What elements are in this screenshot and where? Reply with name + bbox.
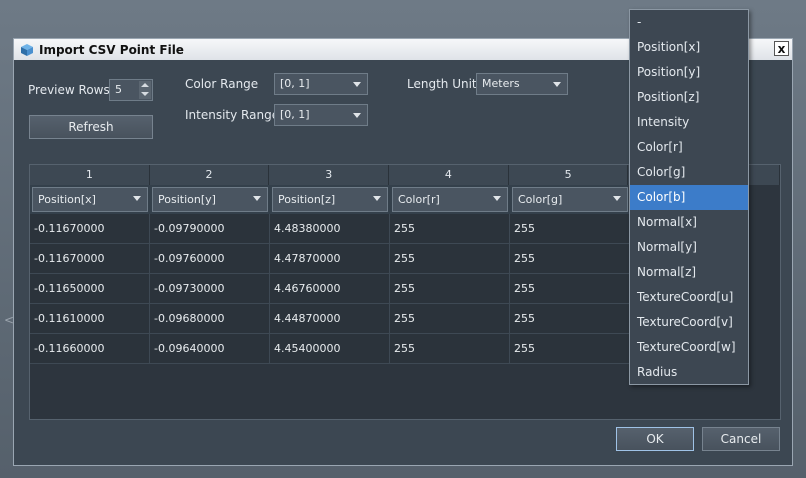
table-cell: 255 — [510, 274, 630, 303]
mapping-cell: Position[x] — [30, 185, 150, 214]
column-number-blank — [748, 165, 780, 185]
spin-up-icon[interactable] — [141, 83, 149, 87]
table-cell: -0.09760000 — [150, 244, 270, 273]
menu-item[interactable]: Position[x] — [630, 35, 748, 60]
chevron-down-icon — [613, 196, 621, 201]
table-cell: 255 — [510, 244, 630, 273]
chevron-down-icon — [253, 196, 261, 201]
table-cell: -0.09680000 — [150, 304, 270, 333]
menu-item[interactable]: Normal[y] — [630, 235, 748, 260]
cube-icon — [21, 43, 33, 56]
table-cell: -0.09730000 — [150, 274, 270, 303]
menu-item[interactable]: TextureCoord[u] — [630, 285, 748, 310]
menu-item[interactable]: Color[r] — [630, 135, 748, 160]
menu-item[interactable]: TextureCoord[w] — [630, 335, 748, 360]
length-unit-dropdown[interactable]: Meters — [476, 73, 568, 95]
column-number: 5 — [508, 165, 629, 185]
close-button[interactable]: x — [774, 41, 789, 56]
chevron-down-icon — [353, 113, 361, 118]
table-row: -0.11610000 -0.09680000 4.44870000 255 2… — [30, 304, 630, 334]
mapping-cell: Color[r] — [390, 185, 510, 214]
menu-item-selected[interactable]: Color[b] — [630, 185, 748, 210]
column-mapping-menu: - Position[x] Position[y] Position[z] In… — [629, 9, 749, 385]
table-row: -0.11670000 -0.09760000 4.47870000 255 2… — [30, 244, 630, 274]
table-body: -0.11670000 -0.09790000 4.48380000 255 2… — [30, 214, 630, 364]
table-cell: 255 — [510, 334, 630, 363]
ok-button[interactable]: OK — [616, 427, 694, 451]
table-cell: -0.11670000 — [30, 214, 150, 243]
mapping-cell: Position[z] — [270, 185, 390, 214]
mapping-value: Position[x] — [38, 193, 96, 206]
mapping-cell: Position[y] — [150, 185, 270, 214]
column-number: 3 — [269, 165, 390, 185]
length-unit-value: Meters — [482, 77, 520, 90]
menu-item[interactable]: Radius — [630, 360, 748, 385]
chevron-down-icon — [353, 82, 361, 87]
intensity-range-dropdown[interactable]: [0, 1] — [274, 104, 368, 126]
chevron-down-icon — [553, 82, 561, 87]
menu-item[interactable]: Intensity — [630, 110, 748, 135]
column-mapping-dropdown[interactable]: Position[y] — [152, 187, 268, 212]
table-row: -0.11660000 -0.09640000 4.45400000 255 2… — [30, 334, 630, 364]
table-cell: 4.44870000 — [270, 304, 390, 333]
chevron-down-icon — [493, 196, 501, 201]
spinner-buttons — [139, 81, 151, 99]
table-cell: 255 — [390, 244, 510, 273]
preview-rows-label: Preview Rows — [28, 83, 110, 97]
preview-rows-spinner[interactable]: 5 — [109, 79, 153, 101]
table-cell: 255 — [510, 214, 630, 243]
table-cell: -0.11610000 — [30, 304, 150, 333]
table-cell: 255 — [390, 274, 510, 303]
table-cell: 4.48380000 — [270, 214, 390, 243]
chevron-down-icon — [373, 196, 381, 201]
column-mapping-dropdown[interactable]: Position[z] — [272, 187, 388, 212]
chevron-down-icon — [133, 196, 141, 201]
intensity-range-label: Intensity Range — [185, 108, 280, 122]
menu-item[interactable]: Position[z] — [630, 85, 748, 110]
color-range-dropdown[interactable]: [0, 1] — [274, 73, 368, 95]
column-mapping-row: Position[x] Position[y] Position[z] Colo… — [30, 185, 630, 214]
table-cell: 255 — [390, 214, 510, 243]
table-row: -0.11670000 -0.09790000 4.48380000 255 2… — [30, 214, 630, 244]
refresh-button[interactable]: Refresh — [29, 115, 153, 139]
table-cell: -0.11650000 — [30, 274, 150, 303]
dialog-title: Import CSV Point File — [39, 42, 184, 57]
table-cell: 255 — [510, 304, 630, 333]
table-cell: -0.09640000 — [150, 334, 270, 363]
column-mapping-dropdown[interactable]: Position[x] — [32, 187, 148, 212]
mapping-value: Color[r] — [398, 193, 440, 206]
table-cell: 4.47870000 — [270, 244, 390, 273]
menu-item[interactable]: Normal[x] — [630, 210, 748, 235]
table-cell: 4.45400000 — [270, 334, 390, 363]
column-number: 2 — [149, 165, 270, 185]
mapping-value: Position[y] — [158, 193, 216, 206]
menu-item[interactable]: - — [630, 10, 748, 35]
intensity-range-value: [0, 1] — [280, 108, 310, 121]
mapping-value: Position[z] — [278, 193, 336, 206]
table-cell: -0.09790000 — [150, 214, 270, 243]
spin-down-icon[interactable] — [141, 92, 149, 96]
table-cell: 255 — [390, 334, 510, 363]
menu-item[interactable]: Normal[z] — [630, 260, 748, 285]
table-cell: -0.11660000 — [30, 334, 150, 363]
table-row: -0.11650000 -0.09730000 4.46760000 255 2… — [30, 274, 630, 304]
column-number: 4 — [389, 165, 509, 185]
column-mapping-dropdown[interactable]: Color[r] — [392, 187, 508, 212]
color-range-label: Color Range — [185, 77, 259, 91]
color-range-value: [0, 1] — [280, 77, 310, 90]
length-unit-label: Length Unit — [407, 77, 477, 91]
table-cell: 4.46760000 — [270, 274, 390, 303]
cancel-button[interactable]: Cancel — [702, 427, 780, 451]
mapping-value: Color[g] — [518, 193, 563, 206]
menu-item[interactable]: TextureCoord[v] — [630, 310, 748, 335]
menu-item[interactable]: Color[g] — [630, 160, 748, 185]
preview-rows-value: 5 — [115, 83, 122, 96]
table-cell: 255 — [390, 304, 510, 333]
table-cell: -0.11670000 — [30, 244, 150, 273]
menu-item[interactable]: Position[y] — [630, 60, 748, 85]
column-mapping-dropdown[interactable]: Color[g] — [512, 187, 628, 212]
column-number: 1 — [30, 165, 150, 185]
mapping-cell: Color[g] — [510, 185, 630, 214]
